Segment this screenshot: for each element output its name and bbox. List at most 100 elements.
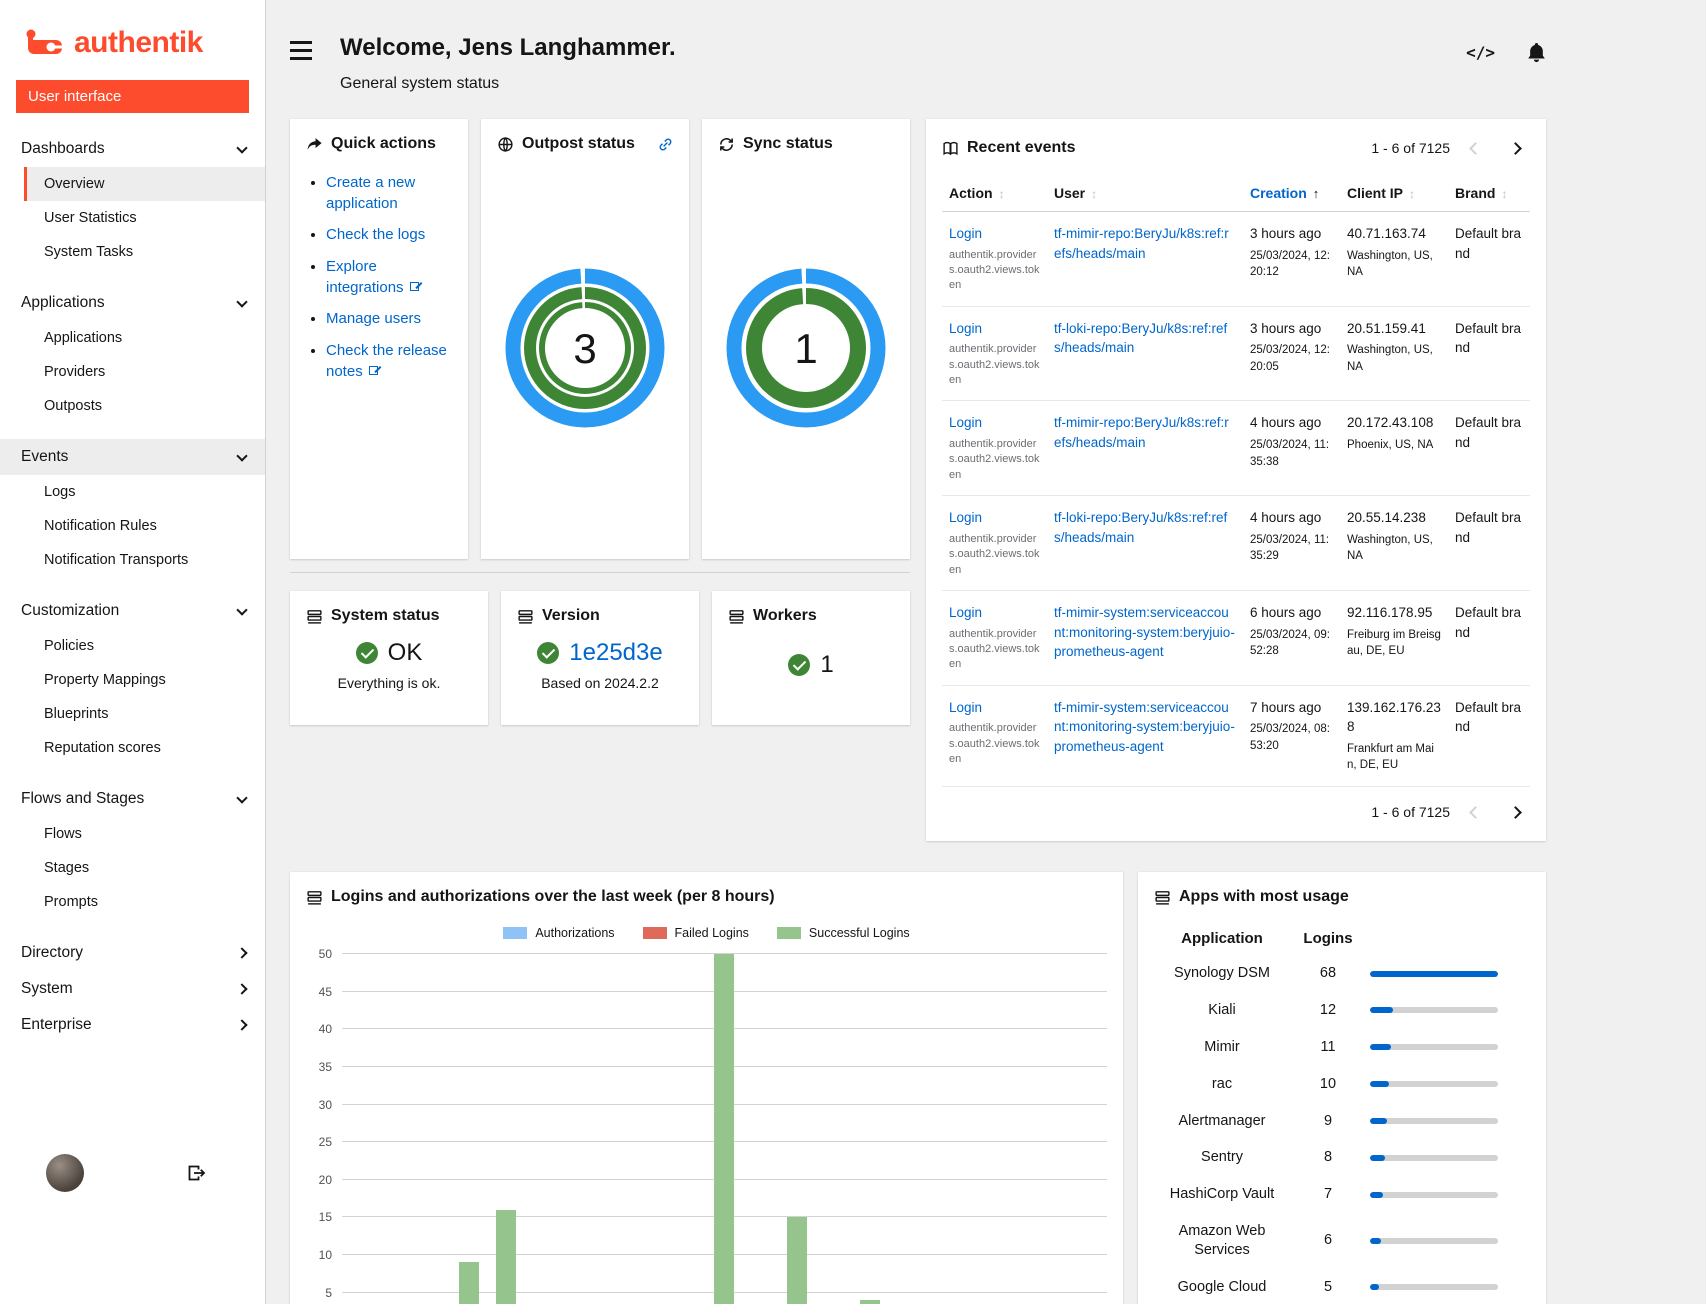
event-row: Loginauthentik.providers.oauth2.views.to…: [942, 401, 1530, 496]
pagination-next-button[interactable]: [1500, 799, 1530, 825]
chevron-right-icon: [236, 1019, 247, 1030]
chevron-right-icon: [236, 947, 247, 958]
user-avatar[interactable]: [46, 1154, 84, 1192]
chevron-down-icon: [236, 142, 247, 153]
sidebar-item-notification-rules[interactable]: Notification Rules: [0, 509, 265, 543]
sidebar-item-reputation-scores[interactable]: Reputation scores: [0, 731, 265, 765]
chart-slot: [342, 954, 378, 1304]
sort-asc-icon: ↑: [1313, 186, 1320, 201]
quick-actions-title: Quick actions: [331, 135, 436, 153]
event-time-absolute: 25/03/2024, 12:20:05: [1250, 342, 1333, 375]
link-icon[interactable]: [658, 137, 673, 152]
check-circle-icon: [788, 654, 810, 676]
refresh-icon: [718, 136, 735, 153]
event-row: Loginauthentik.providers.oauth2.views.to…: [942, 590, 1530, 685]
quick-action-link-explore-integrations[interactable]: Explore integrations: [326, 258, 421, 296]
sidebar-section-directory[interactable]: Directory: [0, 935, 265, 971]
notifications-bell-icon[interactable]: [1527, 42, 1546, 63]
column-header-client-ip[interactable]: Client IP↕: [1340, 175, 1448, 212]
legend-swatch: [503, 927, 527, 939]
chart-slot: [670, 954, 706, 1304]
column-header-brand[interactable]: Brand↕: [1448, 175, 1530, 212]
quick-action-link-check-the-release-notes[interactable]: Check the release notes: [326, 342, 447, 380]
quick-action-item: Check the logs: [326, 225, 452, 246]
pagination-prev-button[interactable]: [1460, 799, 1490, 825]
quick-actions-card: Quick actions Create a new application Ch…: [290, 119, 468, 559]
main-area: Welcome, Jens Langhammer. General system…: [266, 0, 1706, 1304]
authentik-logo-icon: [24, 26, 66, 60]
recent-events-title: Recent events: [967, 139, 1076, 157]
sign-out-icon[interactable]: [186, 1163, 207, 1183]
sidebar-section-applications[interactable]: Applications: [0, 285, 265, 321]
sidebar-section-flows-and-stages[interactable]: Flows and Stages: [0, 781, 265, 817]
app-login-count: 7: [1290, 1176, 1366, 1213]
hamburger-menu-button[interactable]: [290, 41, 312, 60]
event-user-link[interactable]: tf-mimir-repo:BeryJu/k8s:ref:refs/heads/…: [1054, 415, 1229, 450]
sidebar-section-events[interactable]: Events: [0, 439, 265, 475]
column-header-creation[interactable]: Creation↑: [1243, 175, 1340, 212]
quick-actions-list: Create a new application Check the logs Ex…: [326, 173, 452, 394]
event-user-link[interactable]: tf-loki-repo:BeryJu/k8s:ref:refs/heads/m…: [1054, 510, 1227, 545]
quick-action-link-check-the-logs[interactable]: Check the logs: [326, 226, 425, 243]
sidebar-item-prompts[interactable]: Prompts: [0, 885, 265, 919]
sidebar-section-dashboards[interactable]: Dashboards: [0, 131, 265, 167]
y-tick-label: 30: [319, 1098, 332, 1112]
app-name: Alertmanager: [1154, 1103, 1290, 1140]
sidebar-item-blueprints[interactable]: Blueprints: [0, 697, 265, 731]
event-client-ip: 40.71.163.74: [1347, 224, 1441, 244]
api-code-icon[interactable]: [1466, 43, 1495, 62]
workers-card: Workers 1: [712, 591, 910, 725]
sidebar-item-stages[interactable]: Stages: [0, 851, 265, 885]
event-user-link[interactable]: tf-mimir-system:serviceaccount:monitorin…: [1054, 700, 1235, 754]
sidebar-item-notification-transports[interactable]: Notification Transports: [0, 543, 265, 577]
sidebar-section-system[interactable]: System: [0, 971, 265, 1007]
sidebar-item-outposts[interactable]: Outposts: [0, 389, 265, 423]
sidebar-section-enterprise[interactable]: Enterprise: [0, 1007, 265, 1043]
chart-slot: [561, 954, 597, 1304]
sidebar-item-logs[interactable]: Logs: [0, 475, 265, 509]
event-user-link[interactable]: tf-loki-repo:BeryJu/k8s:ref:refs/heads/m…: [1054, 321, 1227, 356]
event-action-link[interactable]: Login: [949, 321, 982, 336]
sidebar-item-providers[interactable]: Providers: [0, 355, 265, 389]
y-tick-label: 10: [319, 1248, 332, 1262]
event-action-link[interactable]: Login: [949, 415, 982, 430]
column-header-user[interactable]: User↕: [1047, 175, 1243, 212]
user-interface-button[interactable]: User interface: [16, 80, 249, 113]
event-action-link[interactable]: Login: [949, 510, 982, 525]
sidebar-item-policies[interactable]: Policies: [0, 629, 265, 663]
pagination-next-button[interactable]: [1500, 135, 1530, 161]
column-header-action[interactable]: Action↕: [942, 175, 1047, 212]
app-name: Sentry: [1154, 1139, 1290, 1176]
pagination-label: 1 - 6 of 7125: [1371, 804, 1450, 820]
event-brand: Default brand: [1448, 212, 1530, 307]
sidebar-item-overview[interactable]: Overview: [24, 167, 265, 201]
event-action-link[interactable]: Login: [949, 605, 982, 620]
event-action-link[interactable]: Login: [949, 700, 982, 715]
pagination-prev-button[interactable]: [1460, 135, 1490, 161]
quick-action-link-create-a-new-application[interactable]: Create a new application: [326, 174, 415, 212]
event-action-link[interactable]: Login: [949, 226, 982, 241]
apps-column-application: Application: [1154, 922, 1290, 955]
bar-successful-logins: [787, 1217, 807, 1304]
event-user-link[interactable]: tf-mimir-repo:BeryJu/k8s:ref:refs/heads/…: [1054, 226, 1229, 261]
chart-bars: [342, 954, 1107, 1304]
section-label: Customization: [21, 602, 119, 620]
sort-icon: ↕: [1091, 187, 1097, 201]
chart-slot: [1034, 954, 1070, 1304]
sidebar-item-property-mappings[interactable]: Property Mappings: [0, 663, 265, 697]
event-user-link[interactable]: tf-mimir-system:serviceaccount:monitorin…: [1054, 605, 1235, 659]
quick-action-link-manage-users[interactable]: Manage users: [326, 310, 421, 327]
app-name: rac: [1154, 1066, 1290, 1103]
y-tick-label: 50: [319, 947, 332, 961]
sidebar-item-flows[interactable]: Flows: [0, 817, 265, 851]
sidebar-item-system-tasks[interactable]: System Tasks: [0, 235, 265, 269]
version-link[interactable]: 1e25d3e: [569, 639, 662, 667]
version-subtitle: Based on 2024.2.2: [541, 675, 659, 691]
app-login-count: 11: [1290, 1029, 1366, 1066]
sidebar-section-customization[interactable]: Customization: [0, 593, 265, 629]
sidebar-item-applications[interactable]: Applications: [0, 321, 265, 355]
app-login-count: 9: [1290, 1103, 1366, 1140]
sidebar-item-user-statistics[interactable]: User Statistics: [0, 201, 265, 235]
quick-action-item: Manage users: [326, 309, 452, 330]
chevron-right-icon: [236, 983, 247, 994]
